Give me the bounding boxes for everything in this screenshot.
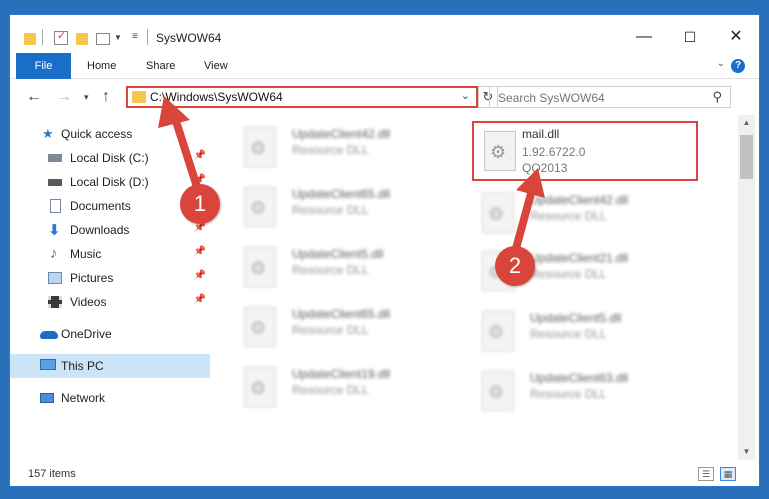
step-2-badge: 2 [495,246,535,286]
arrow-1 [158,96,202,194]
arrow-2 [511,168,545,256]
callout-arrows [158,96,545,256]
step-1-badge: 1 [180,184,220,224]
